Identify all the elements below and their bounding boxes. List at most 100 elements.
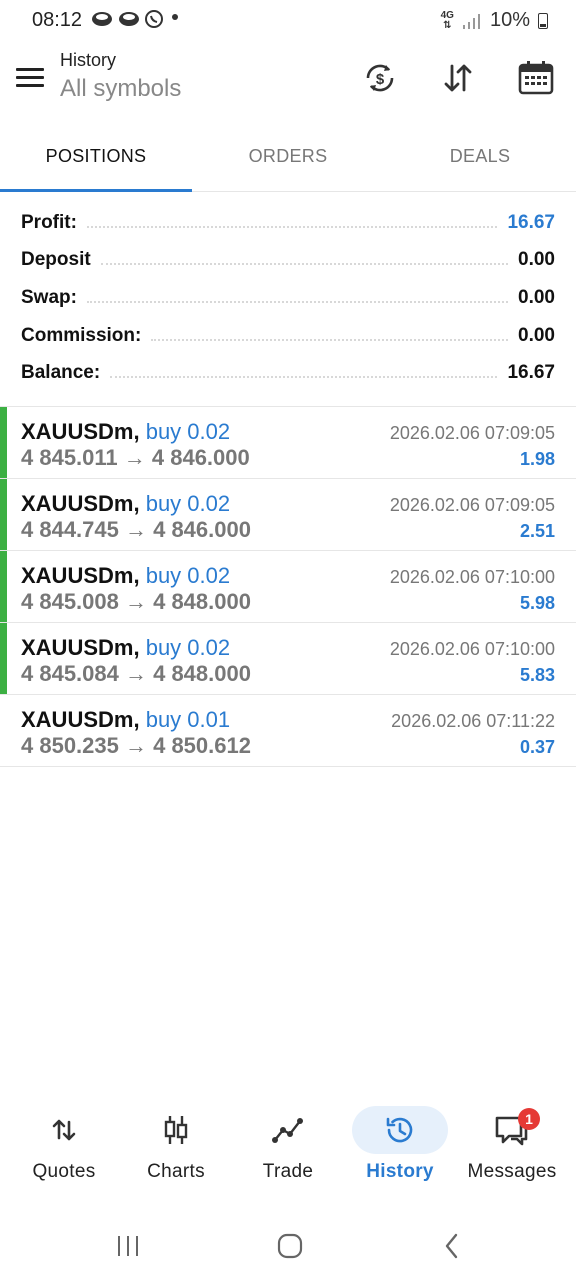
symbol: XAUUSDm, bbox=[21, 419, 140, 444]
whatsapp-icon bbox=[145, 10, 163, 28]
deal-profit: 5.83 bbox=[519, 665, 555, 685]
system-status: 4G ⇅ 10% bbox=[441, 9, 548, 32]
tab-deals[interactable]: DEALS bbox=[384, 120, 576, 192]
swap-label: Swap: bbox=[21, 286, 77, 308]
network-indicator: 4G ⇅ bbox=[440, 9, 454, 31]
coin-icon bbox=[92, 12, 112, 26]
deal-prices: 4 845.011 → 4 846.000 bbox=[21, 445, 250, 470]
recent-apps-icon bbox=[118, 1236, 138, 1256]
signal-icon bbox=[462, 13, 480, 29]
page-title: History bbox=[60, 50, 117, 70]
coin-icon bbox=[119, 12, 139, 26]
dollar-refresh-icon: $ bbox=[366, 64, 394, 92]
summary-row-deposit: Deposit 0.00 bbox=[0, 242, 576, 280]
symbol: XAUUSDm, bbox=[21, 707, 140, 732]
deal-profit: 0.37 bbox=[519, 737, 555, 757]
charts-icon bbox=[164, 1116, 188, 1144]
summary-row-balance: Balance: 16.67 bbox=[0, 354, 576, 392]
deal-side: buy 0.02 bbox=[145, 419, 231, 444]
deal-side: buy 0.02 bbox=[145, 563, 231, 588]
balance-value: 16.67 bbox=[507, 362, 555, 384]
dollar-refresh-button[interactable]: $ bbox=[360, 58, 400, 98]
home-icon bbox=[277, 1233, 303, 1259]
summary-row-profit: Profit: 16.67 bbox=[0, 204, 576, 242]
symbol: XAUUSDm, bbox=[21, 491, 140, 516]
deal-prices: 4 845.084 → 4 848.000 bbox=[21, 661, 251, 686]
nav-quotes-label: Quotes bbox=[32, 1161, 96, 1182]
symbol: XAUUSDm, bbox=[21, 563, 140, 588]
back-icon bbox=[445, 1233, 458, 1259]
list-item[interactable]: XAUUSDm, buy 0.02 4 845.011 → 4 846.000 … bbox=[0, 407, 576, 479]
status-time: 08:12 bbox=[32, 9, 83, 31]
deal-header: XAUUSDm, buy 0.01 bbox=[21, 707, 230, 733]
notification-icons bbox=[90, 9, 164, 29]
deal-profit: 1.98 bbox=[519, 449, 555, 469]
deal-prices: 4 844.745 → 4 846.000 bbox=[21, 517, 251, 542]
nav-messages-label: Messages bbox=[467, 1161, 557, 1182]
calendar-icon bbox=[518, 61, 554, 95]
position-marker bbox=[0, 551, 7, 622]
position-marker bbox=[0, 407, 7, 478]
nav-messages[interactable]: 1 Messages bbox=[456, 1100, 568, 1196]
nav-quotes[interactable]: Quotes bbox=[8, 1100, 120, 1196]
battery-icon bbox=[538, 12, 548, 29]
positions-list: XAUUSDm, buy 0.02 4 845.011 → 4 846.000 … bbox=[0, 406, 576, 767]
balance-label: Balance: bbox=[21, 362, 101, 384]
battery-percent: 10% bbox=[489, 9, 530, 31]
leader-dots bbox=[100, 263, 509, 266]
calendar-button[interactable] bbox=[516, 58, 556, 98]
deal-header: XAUUSDm, buy 0.02 bbox=[21, 635, 230, 661]
list-item[interactable]: XAUUSDm, buy 0.02 4 844.745 → 4 846.000 … bbox=[0, 479, 576, 551]
status-bar: 08:12 4G ⇅ 10% bbox=[0, 0, 576, 42]
nav-charts[interactable]: Charts bbox=[120, 1100, 232, 1196]
svg-text:$: $ bbox=[376, 71, 385, 88]
deal-header: XAUUSDm, buy 0.02 bbox=[21, 491, 230, 517]
history-tabs: POSITIONS ORDERS DEALS bbox=[0, 120, 576, 192]
back-button[interactable] bbox=[432, 1230, 472, 1262]
summary-row-swap: Swap: 0.00 bbox=[0, 279, 576, 317]
deal-time: 2026.02.06 07:10:00 bbox=[389, 567, 555, 587]
deal-side: buy 0.02 bbox=[145, 491, 231, 516]
quotes-icon bbox=[52, 1119, 76, 1141]
deal-time: 2026.02.06 07:10:00 bbox=[389, 639, 555, 659]
title-block[interactable]: History All symbols bbox=[60, 50, 181, 103]
deal-profit: 5.98 bbox=[519, 593, 555, 613]
deal-time: 2026.02.06 07:11:22 bbox=[391, 711, 555, 731]
messages-badge: 1 bbox=[518, 1108, 540, 1130]
profit-value: 16.67 bbox=[507, 211, 555, 233]
nav-trade-label: Trade bbox=[262, 1161, 314, 1182]
commission-value: 0.00 bbox=[518, 324, 555, 346]
recent-apps-button[interactable] bbox=[108, 1230, 148, 1262]
deal-prices: 4 850.235 → 4 850.612 bbox=[21, 733, 251, 758]
deal-header: XAUUSDm, buy 0.02 bbox=[21, 419, 230, 445]
symbol: XAUUSDm, bbox=[21, 635, 140, 660]
deal-time: 2026.02.06 07:09:05 bbox=[389, 423, 555, 443]
tab-orders[interactable]: ORDERS bbox=[192, 120, 384, 192]
sort-button[interactable] bbox=[438, 58, 478, 98]
list-item[interactable]: XAUUSDm, buy 0.01 4 850.235 → 4 850.612 … bbox=[0, 695, 576, 767]
leader-dots bbox=[110, 376, 498, 379]
leader-dots bbox=[151, 338, 509, 341]
home-button[interactable] bbox=[270, 1230, 310, 1262]
deal-prices: 4 845.008 → 4 848.000 bbox=[21, 589, 251, 614]
trade-icon bbox=[272, 1118, 303, 1143]
tab-positions[interactable]: POSITIONS bbox=[0, 120, 192, 192]
nav-messages-icon-wrap bbox=[464, 1106, 560, 1154]
nav-trade[interactable]: Trade bbox=[232, 1100, 344, 1196]
menu-icon[interactable] bbox=[16, 68, 44, 90]
list-item[interactable]: XAUUSDm, buy 0.02 4 845.008 → 4 848.000 … bbox=[0, 551, 576, 623]
deal-side: buy 0.01 bbox=[145, 707, 231, 732]
nav-trade-icon-wrap bbox=[240, 1106, 336, 1154]
summary-row-commission: Commission: 0.00 bbox=[0, 317, 576, 355]
nav-history-icon-wrap bbox=[352, 1106, 448, 1154]
history-icon bbox=[386, 1117, 413, 1143]
nav-history[interactable]: History bbox=[344, 1100, 456, 1196]
list-item[interactable]: XAUUSDm, buy 0.02 4 845.084 → 4 848.000 … bbox=[0, 623, 576, 695]
position-marker bbox=[0, 479, 7, 550]
commission-label: Commission: bbox=[21, 324, 142, 346]
deal-profit: 2.51 bbox=[519, 521, 555, 541]
nav-charts-icon-wrap bbox=[128, 1106, 224, 1154]
nav-history-label: History bbox=[366, 1161, 434, 1182]
nav-quotes-icon-wrap bbox=[16, 1106, 112, 1154]
deposit-label: Deposit bbox=[21, 249, 91, 271]
